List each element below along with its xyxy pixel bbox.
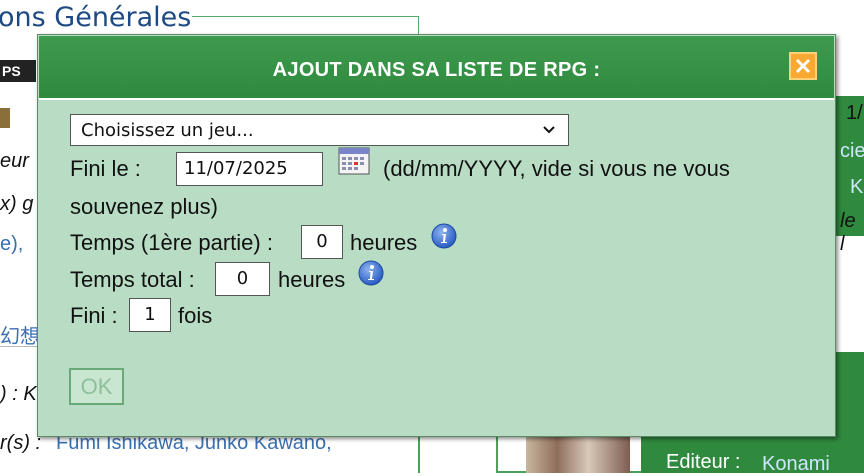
game-select[interactable]: Choisissez un jeu... [70, 114, 569, 146]
game-thumbnail[interactable] [526, 436, 630, 473]
ok-button[interactable]: OK [69, 368, 124, 405]
cover-icon [0, 108, 10, 128]
bg-link-1[interactable]: e), [0, 233, 23, 256]
right-text-2: cie [840, 140, 864, 162]
date-format-hint: (dd/mm/YYYY, vide si vous ne vous [383, 156, 730, 181]
right-text-1: 1/ [846, 102, 863, 124]
right-text-4: le l [840, 210, 856, 255]
bg-link-kanji[interactable]: 幻想 [0, 320, 40, 349]
dialog-title: AJOUT DANS SA LISTE DE RPG : [272, 59, 601, 81]
close-button[interactable] [789, 52, 817, 80]
add-rpg-dialog: AJOUT DANS SA LISTE DE RPG : Choisissez … [37, 34, 836, 437]
bg-text-3: ) : K [0, 383, 37, 405]
bottom-right-strip [836, 352, 864, 442]
title-rule [192, 16, 418, 17]
game-select-value: Choisissez un jeu... [81, 120, 254, 141]
bg-text-4: r(s) : [0, 432, 42, 454]
editor-label: Editeur : [666, 451, 741, 473]
info-icon[interactable] [358, 260, 384, 286]
platform-badge: PS [0, 60, 36, 82]
calendar-icon[interactable] [338, 147, 370, 175]
right-text-3: K [850, 176, 864, 198]
info-icon[interactable] [431, 223, 457, 249]
total-time-unit: heures [278, 267, 346, 292]
total-time-hours-input[interactable]: 0 [215, 262, 270, 296]
close-icon [795, 58, 811, 74]
first-playthrough-hours-input[interactable]: 0 [301, 225, 343, 259]
first-playthrough-unit: heures [350, 230, 418, 255]
bg-divider [0, 346, 40, 347]
date-format-hint-2: souvenez plus) [70, 194, 218, 219]
times-finished-unit: fois [178, 303, 213, 328]
chevron-down-icon [543, 126, 555, 134]
first-playthrough-label: Temps (1ère partie) : [70, 230, 273, 255]
times-finished-label: Fini : [70, 303, 118, 328]
bg-text-1: eur [0, 150, 29, 172]
total-time-label: Temps total : [70, 267, 195, 292]
dialog-header: AJOUT DANS SA LISTE DE RPG : [39, 36, 834, 100]
finished-date-input[interactable]: 11/07/2025 [176, 152, 323, 186]
bg-text-2: x) g [0, 193, 34, 215]
finished-label: Fini le : [70, 156, 141, 181]
section-title: ons Générales [0, 2, 192, 33]
times-finished-input[interactable]: 1 [129, 298, 171, 332]
